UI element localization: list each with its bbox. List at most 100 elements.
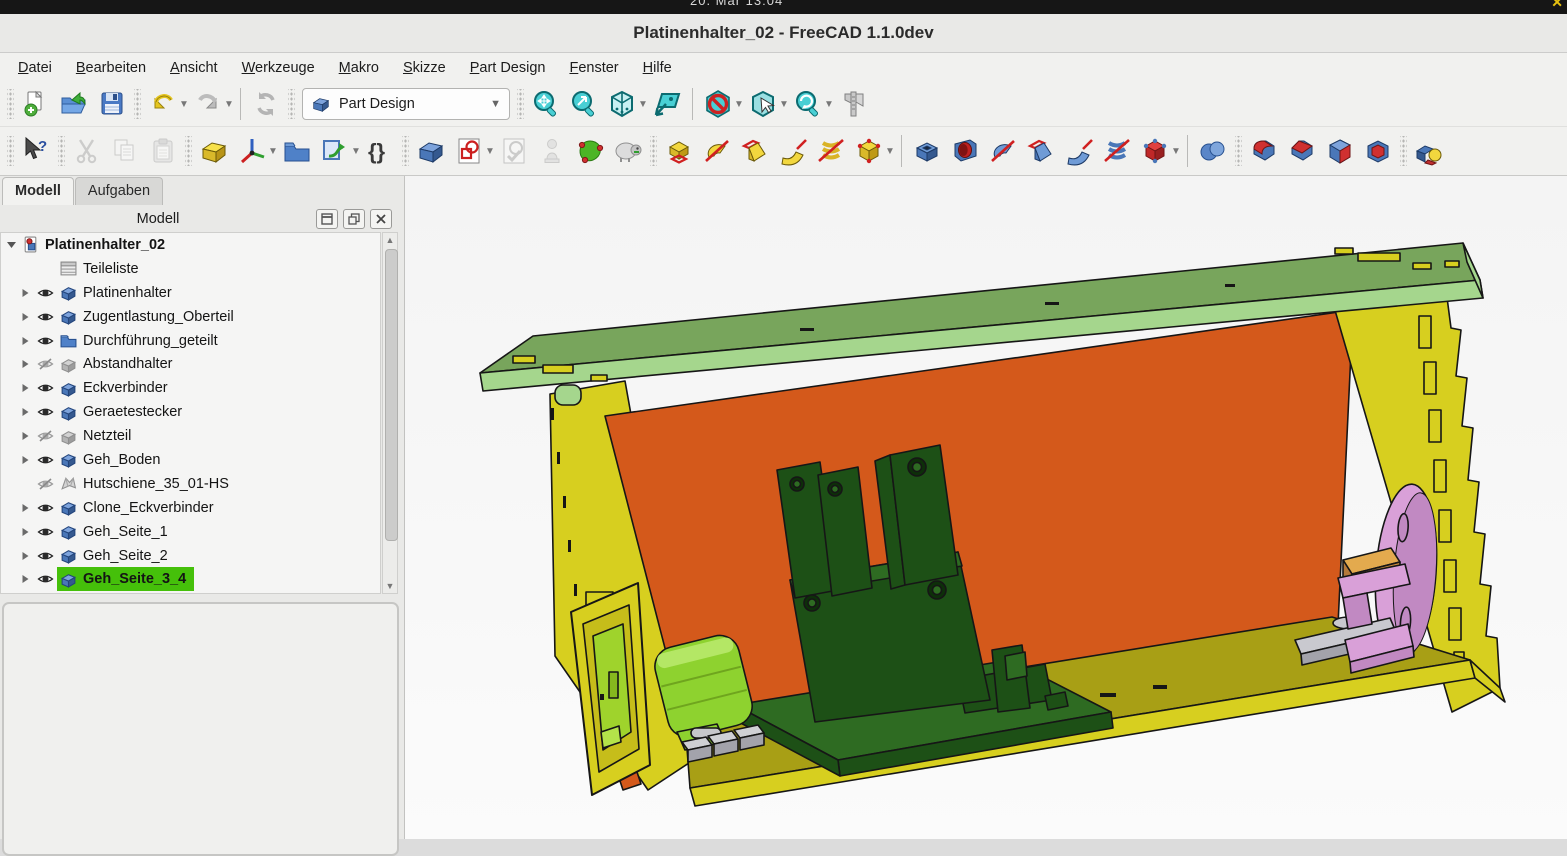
toolbar-drag-handle[interactable] <box>58 136 65 166</box>
panel-dock-button[interactable] <box>316 209 338 229</box>
redo-button[interactable] <box>189 85 227 123</box>
tree-scrollbar[interactable]: ▲ ▼ <box>382 232 398 594</box>
expand-arrow-icon[interactable] <box>17 334 33 348</box>
expand-arrow-icon[interactable] <box>17 549 33 563</box>
open-document-button[interactable] <box>55 85 93 123</box>
expression-editor-button[interactable]: {} <box>361 132 399 170</box>
toolbar-drag-handle[interactable] <box>1235 136 1242 166</box>
tree-item-geh-seite-3-4[interactable]: Geh_Seite_3_4 <box>1 567 380 591</box>
create-sketch-button[interactable] <box>450 132 488 170</box>
toolbar-drag-handle[interactable] <box>650 136 657 166</box>
menu-item-datei[interactable]: Datei <box>6 56 64 80</box>
additive-primitive-button[interactable] <box>850 132 888 170</box>
pad-button[interactable] <box>660 132 698 170</box>
expand-arrow-icon[interactable] <box>17 501 33 515</box>
expand-arrow-icon[interactable] <box>17 286 33 300</box>
scroll-down-icon[interactable]: ▼ <box>383 579 397 593</box>
toolbar-drag-handle[interactable] <box>134 89 141 119</box>
fit-all-button[interactable] <box>527 85 565 123</box>
create-body-button[interactable] <box>412 132 450 170</box>
menu-item-part-design[interactable]: Part Design <box>458 56 558 80</box>
create-part-button[interactable] <box>195 132 233 170</box>
tree-item-netzteil[interactable]: Netzteil <box>1 424 380 448</box>
tree-item-teileliste[interactable]: Teileliste <box>1 257 380 281</box>
tree-item-zugentlastung-oberteil[interactable]: Zugentlastung_Oberteil <box>1 305 380 329</box>
workbench-selector[interactable]: Part Design▼ <box>302 88 510 120</box>
save-document-button[interactable] <box>93 85 131 123</box>
chamfer-button[interactable] <box>1283 132 1321 170</box>
refresh-document-button[interactable] <box>247 85 285 123</box>
sync-view-button[interactable] <box>648 85 686 123</box>
view-select-button[interactable] <box>744 85 782 123</box>
end-cap-panel[interactable] <box>571 583 650 795</box>
visibility-eye-icon[interactable] <box>33 452 57 468</box>
subtractive-pipe-button[interactable] <box>1060 132 1098 170</box>
axonometric-view-button[interactable] <box>603 85 641 123</box>
menu-item-ansicht[interactable]: Ansicht <box>158 56 230 80</box>
boolean-operation-button[interactable] <box>1194 132 1232 170</box>
panel-close-button[interactable] <box>370 209 392 229</box>
create-group-button[interactable] <box>278 132 316 170</box>
tree-item-platinenhalter-02[interactable]: Platinenhalter_02 <box>1 233 380 257</box>
expand-arrow-icon[interactable] <box>17 405 33 419</box>
hole-button[interactable] <box>946 132 984 170</box>
tab-aufgaben[interactable]: Aufgaben <box>75 177 163 205</box>
tree-item-geraetestecker[interactable]: Geraetestecker <box>1 400 380 424</box>
tree-item-eckverbinder[interactable]: Eckverbinder <box>1 376 380 400</box>
toolbar-drag-handle[interactable] <box>7 136 14 166</box>
expand-arrow-icon[interactable] <box>17 572 33 586</box>
tree-item-geh-boden[interactable]: Geh_Boden <box>1 448 380 472</box>
visibility-eye-icon[interactable] <box>33 571 57 587</box>
3d-viewport[interactable] <box>405 176 1567 839</box>
transform-pattern-button[interactable] <box>1410 132 1448 170</box>
measure-button[interactable] <box>834 85 872 123</box>
menu-item-skizze[interactable]: Skizze <box>391 56 458 80</box>
tree-item-hutschiene-35-01-hs[interactable]: Hutschiene_35_01-HS <box>1 472 380 496</box>
tree-item-geh-seite-2[interactable]: Geh_Seite_2 <box>1 544 380 568</box>
additive-helix-button[interactable] <box>812 132 850 170</box>
fillet-button[interactable] <box>1245 132 1283 170</box>
expand-arrow-icon[interactable] <box>17 310 33 324</box>
validate-sketch-button[interactable] <box>571 132 609 170</box>
menu-item-hilfe[interactable]: Hilfe <box>631 56 684 80</box>
revolution-button[interactable] <box>698 132 736 170</box>
sub-shapebinder-button[interactable] <box>609 132 647 170</box>
visibility-eye-icon[interactable] <box>33 476 57 492</box>
make-link-button[interactable] <box>316 132 354 170</box>
expand-arrow-icon[interactable] <box>17 429 33 443</box>
visibility-eye-icon[interactable] <box>33 524 57 540</box>
visibility-eye-icon[interactable] <box>33 333 57 349</box>
toolbar-drag-handle[interactable] <box>402 136 409 166</box>
desktop-close-icon[interactable]: ✕ <box>1551 0 1563 11</box>
scroll-up-icon[interactable]: ▲ <box>383 233 397 247</box>
toolbar-drag-handle[interactable] <box>288 89 295 119</box>
panel-float-button[interactable] <box>343 209 365 229</box>
new-document-button[interactable] <box>17 85 55 123</box>
toolbar-drag-handle[interactable] <box>517 89 524 119</box>
toolbar-drag-handle[interactable] <box>185 136 192 166</box>
tree-item-geh-seite-1[interactable]: Geh_Seite_1 <box>1 520 380 544</box>
additive-loft-button[interactable] <box>736 132 774 170</box>
visibility-eye-icon[interactable] <box>33 380 57 396</box>
visibility-eye-icon[interactable] <box>33 356 57 372</box>
rotate-view-button[interactable] <box>789 85 827 123</box>
subtractive-loft-button[interactable] <box>1022 132 1060 170</box>
whats-this-button[interactable]: ? <box>17 132 55 170</box>
groove-button[interactable] <box>984 132 1022 170</box>
visibility-eye-icon[interactable] <box>33 428 57 444</box>
expand-arrow-icon[interactable] <box>17 357 33 371</box>
thickness-button[interactable] <box>1359 132 1397 170</box>
menu-item-bearbeiten[interactable]: Bearbeiten <box>64 56 158 80</box>
tab-modell[interactable]: Modell <box>2 177 74 205</box>
additive-pipe-button[interactable] <box>774 132 812 170</box>
tree-item-clone-eckverbinder[interactable]: Clone_Eckverbinder <box>1 496 380 520</box>
visibility-eye-icon[interactable] <box>33 548 57 564</box>
expand-arrow-icon[interactable] <box>17 453 33 467</box>
fit-selection-button[interactable] <box>565 85 603 123</box>
pocket-button[interactable] <box>908 132 946 170</box>
subtractive-helix-button[interactable] <box>1098 132 1136 170</box>
draft-button[interactable] <box>1321 132 1359 170</box>
subtractive-primitive-button[interactable] <box>1136 132 1174 170</box>
tree-item-durchführung-geteilt[interactable]: Durchführung_geteilt <box>1 329 380 353</box>
create-datum-button[interactable] <box>233 132 271 170</box>
